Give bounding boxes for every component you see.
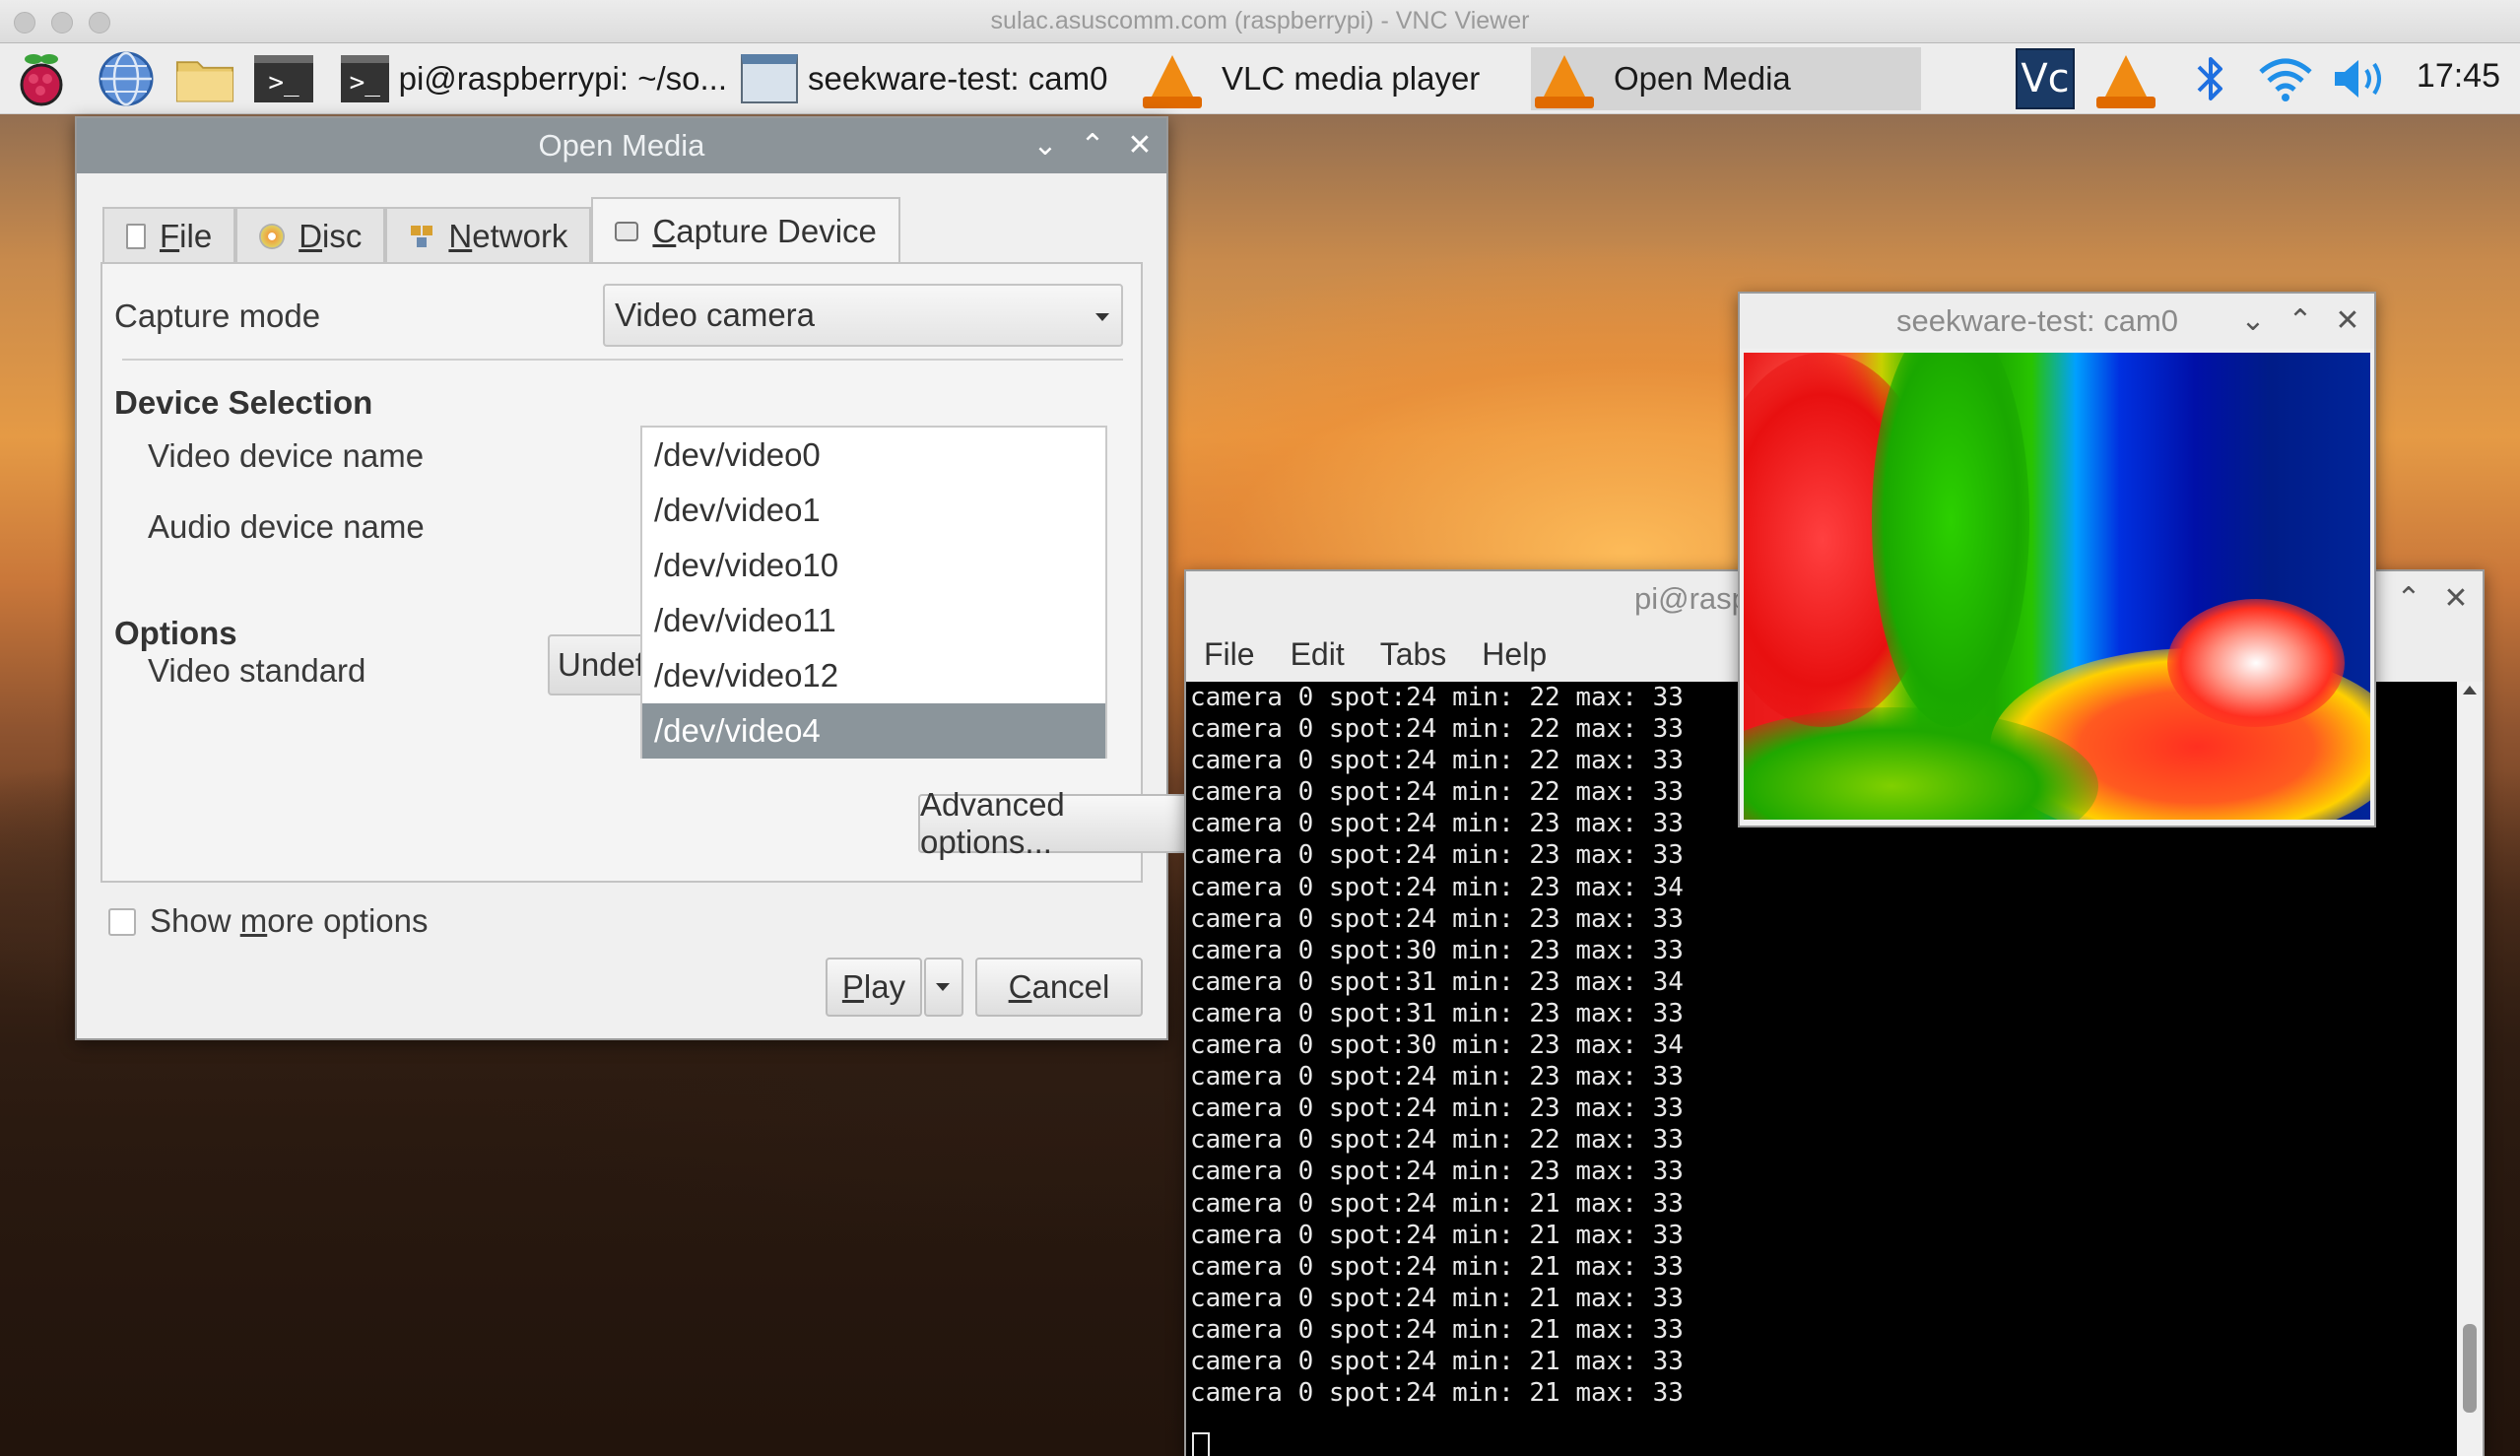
- terminal-text: camera 0 spot:24 min: 22 max: 33 camera …: [1190, 683, 1684, 1409]
- maximize-chevron-up-icon[interactable]: ⌃: [2288, 294, 2313, 349]
- media-tabs: File Disc Network Capture Device: [102, 197, 900, 264]
- list-item[interactable]: /dev/video1: [642, 483, 1105, 538]
- tab-capture-device[interactable]: Capture Device: [591, 197, 900, 264]
- task-terminal[interactable]: >_ pi@raspberrypi: ~/so...: [341, 47, 727, 110]
- scroll-up-arrow-icon[interactable]: [2463, 686, 2477, 695]
- video-standard-select[interactable]: Undef: [548, 634, 646, 695]
- file-icon: [126, 224, 146, 249]
- cancel-button[interactable]: Cancel: [975, 958, 1143, 1017]
- terminal-launcher-icon[interactable]: >_: [254, 49, 313, 108]
- divider: [122, 359, 1123, 361]
- volume-icon[interactable]: [2331, 49, 2390, 108]
- video-device-label: Video device name: [148, 437, 425, 474]
- menu-help[interactable]: Help: [1482, 636, 1547, 673]
- capture-mode-select[interactable]: Video camera: [603, 284, 1123, 347]
- tab-capture-device-label: Capture Device: [652, 213, 877, 249]
- play-options-dropdown-button[interactable]: [924, 958, 963, 1017]
- menu-tabs[interactable]: Tabs: [1380, 636, 1447, 673]
- taskbar-clock[interactable]: 17:45: [2417, 57, 2500, 96]
- terminal-cursor: [1192, 1432, 1210, 1456]
- zoom-traffic-light[interactable]: [89, 12, 110, 33]
- disc-icon: [259, 224, 286, 249]
- tab-disc[interactable]: Disc: [235, 207, 386, 264]
- capture-device-icon: [615, 222, 639, 241]
- audio-device-label: Audio device name: [148, 508, 425, 545]
- menu-edit[interactable]: Edit: [1291, 636, 1345, 673]
- show-more-options-checkbox[interactable]: [108, 908, 136, 936]
- vnc-titlebar: sulac.asuscomm.com (raspberrypi) - VNC V…: [0, 0, 2520, 43]
- vnc-window-title: sulac.asuscomm.com (raspberrypi) - VNC V…: [990, 7, 1530, 34]
- seekware-titlebar[interactable]: seekware-test: cam0 ⌄ ⌃ ✕: [1740, 294, 2374, 349]
- network-icon: [409, 224, 435, 249]
- vlc-cone-icon: [1535, 55, 1594, 108]
- tab-network-label: Network: [448, 218, 568, 254]
- raspberry-menu-icon[interactable]: [12, 49, 71, 108]
- maximize-chevron-up-icon[interactable]: ⌃: [1080, 118, 1105, 173]
- tab-disc-label: Disc: [298, 218, 363, 254]
- taskbar: >_ >_ pi@raspberrypi: ~/so... seekware-t…: [0, 43, 2520, 114]
- options-heading: Options: [114, 615, 237, 651]
- task-open-media[interactable]: Open Media: [1531, 47, 1921, 110]
- chevron-down-icon: [936, 983, 950, 991]
- show-more-options-label[interactable]: Show more options: [150, 902, 429, 940]
- close-icon[interactable]: ✕: [2335, 294, 2360, 349]
- task-seekware[interactable]: seekware-test: cam0: [741, 47, 1135, 110]
- browser-globe-icon[interactable]: [97, 49, 156, 108]
- maximize-chevron-up-icon[interactable]: ⌃: [2396, 571, 2421, 627]
- video-device-dropdown-list[interactable]: /dev/video0 /dev/video1 /dev/video10 /de…: [640, 426, 1107, 759]
- capture-device-panel: Capture mode Video camera Device Selecti…: [100, 262, 1196, 883]
- thermal-camera-feed: [1744, 353, 2370, 820]
- tab-file-label: File: [160, 218, 213, 254]
- vnc-icon[interactable]: Vc: [2016, 48, 2075, 109]
- open-media-titlebar[interactable]: Open Media ⌄ ⌃ ✕: [77, 118, 1166, 173]
- list-item[interactable]: /dev/video12: [642, 648, 1105, 703]
- list-item[interactable]: /dev/video10: [642, 538, 1105, 593]
- play-button[interactable]: Play: [826, 958, 922, 1017]
- seekware-title: seekware-test: cam0: [1896, 303, 2178, 338]
- task-vlc-player[interactable]: VLC media player: [1143, 47, 1517, 110]
- close-traffic-light[interactable]: [14, 12, 35, 33]
- video-standard-label: Video standard: [148, 652, 366, 689]
- minimize-chevron-down-icon[interactable]: ⌄: [2240, 294, 2266, 349]
- vlc-cone-icon: [1143, 55, 1202, 108]
- menu-file[interactable]: File: [1204, 636, 1255, 673]
- capture-mode-label: Capture mode: [114, 298, 321, 334]
- device-selection-heading: Device Selection: [114, 384, 373, 421]
- close-icon[interactable]: ✕: [1127, 118, 1153, 173]
- list-item[interactable]: /dev/video0: [642, 428, 1105, 483]
- scrollbar-thumb[interactable]: [2463, 1324, 2477, 1413]
- tab-network[interactable]: Network: [385, 207, 592, 264]
- bluetooth-icon[interactable]: [2181, 49, 2240, 108]
- vlc-tray-icon[interactable]: [2096, 49, 2155, 108]
- file-manager-folder-icon[interactable]: [175, 49, 234, 108]
- minimize-traffic-light[interactable]: [51, 12, 73, 33]
- wifi-icon[interactable]: [2256, 49, 2315, 108]
- window-icon: [741, 54, 798, 103]
- tab-file[interactable]: File: [102, 207, 236, 264]
- dropdown-caret-icon: [1095, 313, 1109, 321]
- list-item[interactable]: /dev/video11: [642, 593, 1105, 648]
- minimize-chevron-down-icon[interactable]: ⌄: [1032, 118, 1058, 173]
- open-media-title: Open Media: [538, 128, 705, 163]
- terminal-scrollbar[interactable]: [2457, 682, 2483, 1456]
- list-item-selected[interactable]: /dev/video4: [642, 703, 1105, 759]
- advanced-options-button[interactable]: Advanced options...: [918, 786, 1196, 860]
- open-media-dialog: Open Media ⌄ ⌃ ✕ File Disc Network Captu…: [75, 116, 1196, 1040]
- terminal-icon: >_: [341, 55, 389, 102]
- close-icon[interactable]: ✕: [2443, 571, 2469, 627]
- seekware-window: seekware-test: cam0 ⌄ ⌃ ✕: [1738, 292, 2376, 827]
